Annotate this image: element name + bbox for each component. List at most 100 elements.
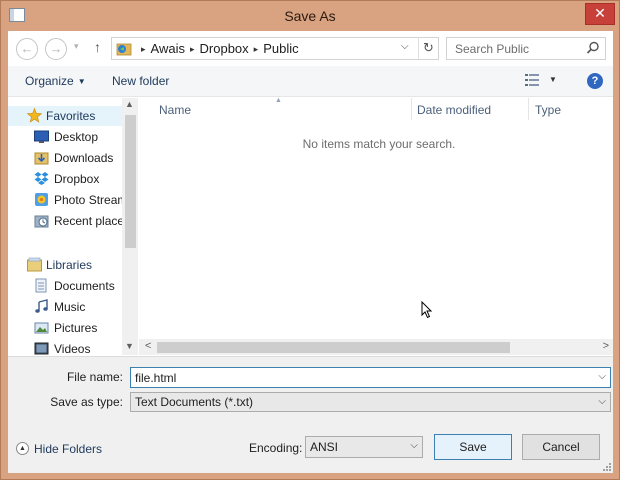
mouse-pointer-icon bbox=[421, 301, 433, 319]
chevron-down-icon: ⌵ bbox=[410, 440, 418, 451]
encoding-select[interactable]: ANSI ⌵ bbox=[305, 436, 423, 458]
refresh-icon[interactable]: ↻ bbox=[418, 38, 438, 59]
tree-item-label: Recent places bbox=[54, 214, 131, 228]
tree-item-label: Desktop bbox=[54, 130, 99, 144]
tree-item-label: Pictures bbox=[54, 321, 98, 335]
scroll-right-arrow-icon[interactable]: > bbox=[603, 340, 609, 352]
tree-item-desktop[interactable]: Desktop bbox=[8, 127, 122, 147]
search-box bbox=[446, 37, 606, 60]
tree-item-libraries[interactable]: Libraries bbox=[8, 255, 122, 275]
save-as-type-label: Save as type: bbox=[50, 395, 123, 409]
address-dropdown-button[interactable]: ⌵ bbox=[401, 41, 409, 52]
breadcrumb-separator[interactable]: ▸ bbox=[136, 44, 151, 54]
tree-item-videos[interactable]: Videos bbox=[8, 339, 122, 355]
organize-menu[interactable]: Organize ▼ bbox=[25, 74, 86, 88]
recent-places-icon bbox=[34, 215, 49, 228]
encoding-label: Encoding: bbox=[249, 441, 303, 455]
window-title: Save As bbox=[284, 8, 336, 24]
resize-grip-icon[interactable] bbox=[603, 463, 611, 471]
selected-encoding: ANSI bbox=[310, 440, 339, 454]
dropbox-icon bbox=[34, 172, 49, 185]
hide-folders-label: Hide Folders bbox=[34, 442, 103, 456]
tree-item-label: Libraries bbox=[46, 258, 93, 272]
dialog-client-area: ← → ▾ ↑ ▸ Awais ▸ Dropbox ▸ Public ⌵ ↻ S… bbox=[8, 31, 613, 473]
breadcrumb-dropbox[interactable]: Dropbox bbox=[200, 41, 249, 56]
sort-ascending-icon: ▲ bbox=[275, 97, 282, 104]
selected-type: Text Documents (*.txt) bbox=[135, 395, 254, 409]
tree-item-label: Downloads bbox=[54, 151, 114, 165]
search-input[interactable] bbox=[447, 38, 582, 59]
breadcrumb-separator[interactable]: ▸ bbox=[249, 44, 264, 54]
column-header-label: Type bbox=[535, 103, 562, 117]
address-bar[interactable]: ▸ Awais ▸ Dropbox ▸ Public ⌵ ↻ bbox=[111, 37, 439, 60]
save-button[interactable]: Save bbox=[434, 434, 512, 460]
view-options-icon[interactable] bbox=[525, 74, 539, 86]
forward-button[interactable]: → bbox=[45, 38, 67, 60]
scrollbar-thumb[interactable] bbox=[157, 342, 510, 353]
title-bar[interactable]: Save As ✕ bbox=[1, 1, 619, 31]
breadcrumb-awais[interactable]: Awais bbox=[151, 41, 185, 56]
help-icon[interactable]: ? bbox=[587, 73, 603, 89]
recent-locations-dropdown[interactable]: ▾ bbox=[74, 41, 79, 52]
file-list[interactable]: Name ▲ Date modified Type No items match… bbox=[139, 97, 613, 355]
documents-icon bbox=[35, 278, 47, 293]
view-dropdown-button[interactable]: ▼ bbox=[549, 75, 557, 84]
tree-item-label: Music bbox=[54, 300, 86, 314]
desktop-icon bbox=[34, 130, 49, 143]
save-as-type-select[interactable]: Text Documents (*.txt) ⌵ bbox=[130, 392, 611, 412]
column-divider[interactable] bbox=[411, 98, 412, 120]
music-icon bbox=[35, 299, 48, 313]
scroll-left-arrow-icon[interactable]: < bbox=[145, 340, 151, 352]
search-icon[interactable] bbox=[586, 41, 600, 55]
pictures-icon bbox=[34, 322, 49, 334]
videos-icon bbox=[34, 342, 49, 355]
tree-item-label: Videos bbox=[54, 342, 91, 355]
downloads-icon bbox=[34, 152, 49, 165]
file-name-combo: ⌵ bbox=[130, 367, 611, 388]
column-header-type[interactable]: Type bbox=[535, 103, 561, 123]
close-button[interactable]: ✕ bbox=[585, 3, 615, 25]
navigation-row: ← → ▾ ↑ ▸ Awais ▸ Dropbox ▸ Public ⌵ ↻ bbox=[8, 31, 613, 65]
star-icon bbox=[27, 108, 42, 123]
breadcrumb-separator[interactable]: ▸ bbox=[185, 44, 200, 54]
save-options-panel: File name: ⌵ Save as type: Text Document… bbox=[8, 356, 613, 473]
column-header-label: Name bbox=[159, 103, 192, 117]
navigation-pane-scrollbar[interactable]: ▲ ▼ bbox=[122, 98, 138, 355]
chevron-down-icon: ⌵ bbox=[598, 396, 606, 407]
up-one-level-button[interactable]: ↑ bbox=[94, 39, 101, 55]
tree-item-label: Favorites bbox=[46, 109, 96, 123]
tree-item-favorites[interactable]: Favorites bbox=[8, 106, 122, 126]
tree-item-photo-stream[interactable]: Photo Stream bbox=[8, 190, 127, 210]
navigation-pane: Favorites Desktop Downloads Dropbox Phot… bbox=[8, 98, 138, 355]
tree-item-music[interactable]: Music bbox=[8, 297, 122, 317]
organize-label: Organize bbox=[25, 74, 74, 88]
file-name-label: File name: bbox=[66, 370, 123, 384]
file-name-dropdown-button[interactable]: ⌵ bbox=[598, 371, 606, 382]
column-header-label: Date modified bbox=[417, 103, 492, 117]
breadcrumb-public[interactable]: Public bbox=[263, 41, 298, 56]
new-folder-button[interactable]: New folder bbox=[112, 74, 169, 88]
tree-item-documents[interactable]: Documents bbox=[8, 276, 122, 296]
tree-item-pictures[interactable]: Pictures bbox=[8, 318, 122, 338]
photo-stream-icon bbox=[35, 193, 48, 206]
file-name-input[interactable] bbox=[131, 368, 591, 387]
column-header-name[interactable]: Name bbox=[159, 103, 191, 123]
tree-item-recent-places[interactable]: Recent places bbox=[8, 211, 130, 231]
cancel-button[interactable]: Cancel bbox=[522, 434, 600, 460]
tree-item-dropbox[interactable]: Dropbox bbox=[8, 169, 122, 189]
scroll-down-arrow-icon[interactable]: ▼ bbox=[125, 341, 134, 351]
column-header-date-modified[interactable]: Date modified bbox=[417, 103, 491, 123]
column-divider[interactable] bbox=[528, 98, 529, 120]
tree-item-label: Documents bbox=[54, 279, 115, 293]
save-as-dialog: Save As ✕ ← → ▾ ↑ ▸ Awais ▸ Dropbox ▸ Public … bbox=[0, 0, 620, 480]
location-icon bbox=[116, 43, 132, 56]
collapse-icon: ▲ bbox=[16, 442, 29, 455]
tree-item-downloads[interactable]: Downloads bbox=[8, 148, 122, 168]
tree-item-label: Dropbox bbox=[54, 172, 100, 186]
scroll-up-arrow-icon[interactable]: ▲ bbox=[125, 99, 134, 109]
file-list-horizontal-scrollbar[interactable]: < > bbox=[139, 339, 613, 355]
empty-list-message: No items match your search. bbox=[302, 137, 456, 151]
scrollbar-thumb[interactable] bbox=[125, 115, 136, 248]
libraries-icon bbox=[27, 257, 42, 272]
back-button[interactable]: ← bbox=[16, 38, 38, 60]
